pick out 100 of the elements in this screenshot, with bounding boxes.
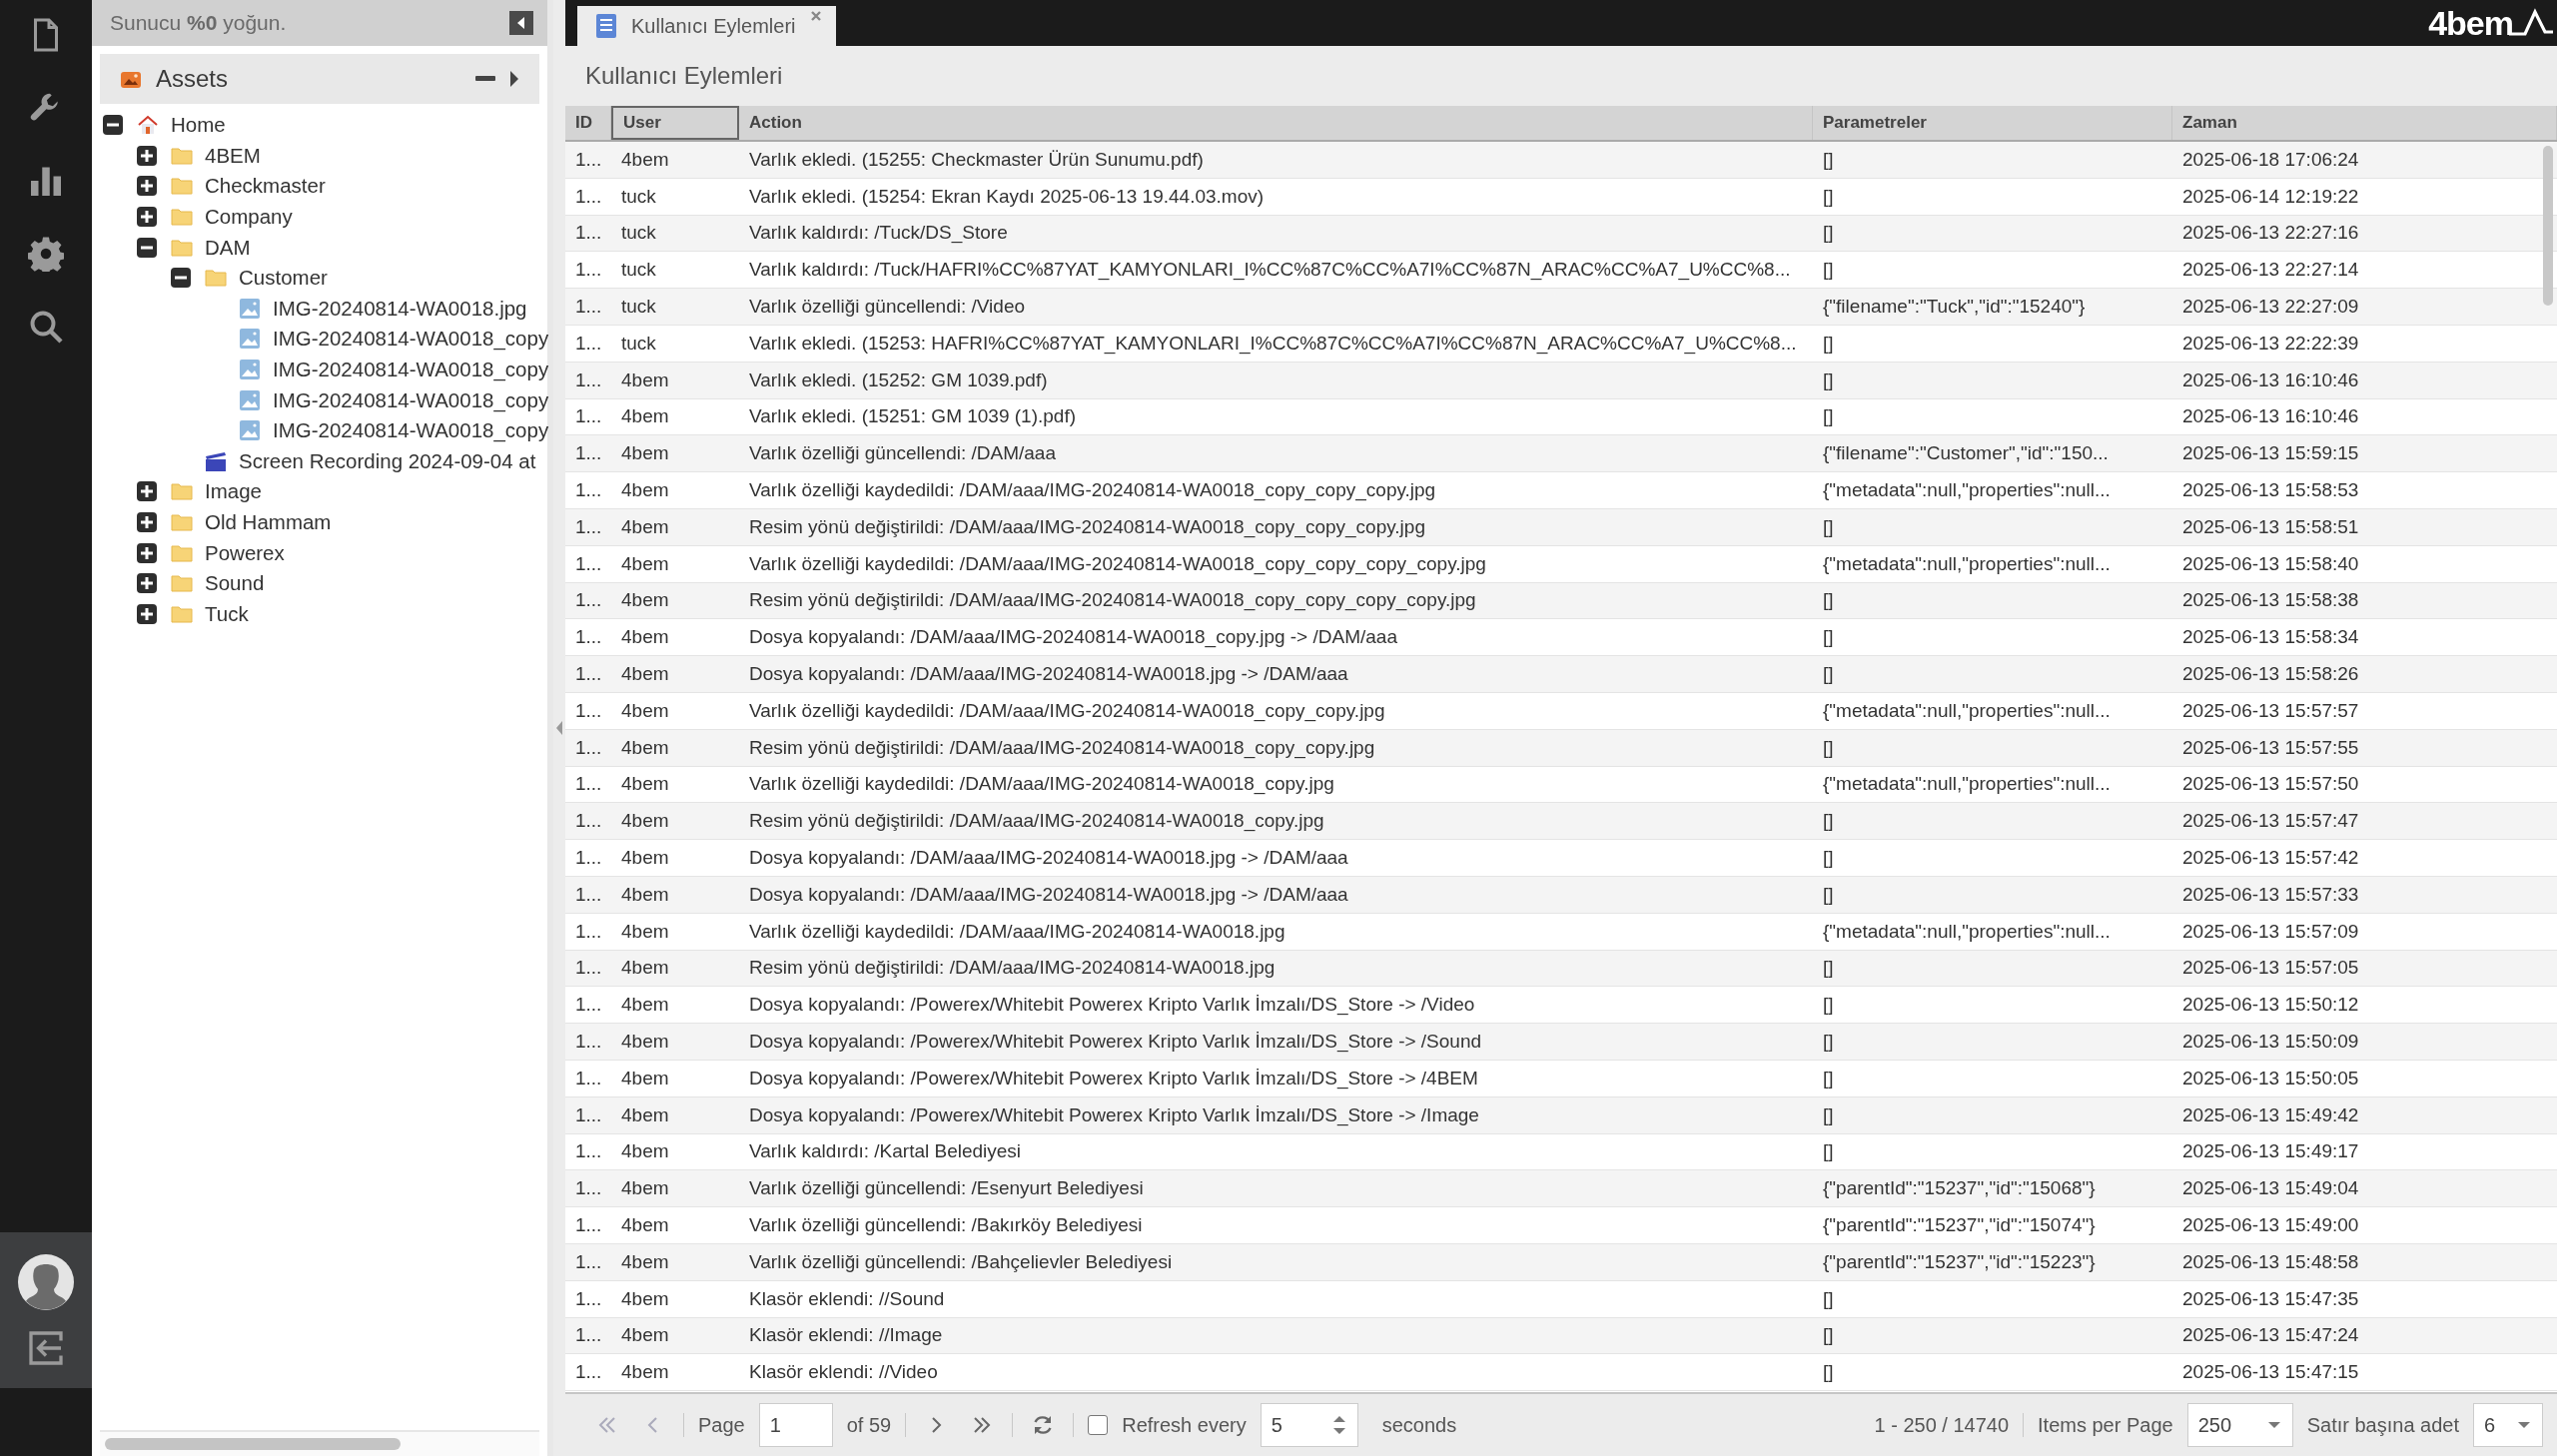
expand-icon[interactable] — [136, 541, 158, 564]
collapse-panel-button[interactable] — [509, 11, 533, 35]
column-header[interactable]: ID — [565, 106, 611, 140]
table-cell-text: [] — [1822, 1139, 1835, 1164]
table-cell-text: 1... — [574, 1249, 603, 1274]
tree-item[interactable]: DAM — [205, 235, 251, 260]
table-cell-text: 2025-06-13 15:57:09 — [2181, 919, 2360, 944]
table-cell-text: 2025-06-13 22:27:16 — [2181, 221, 2360, 246]
table-cell-text: 1... — [574, 221, 603, 246]
tree-item[interactable]: IMG-20240814-WA0018_copy — [273, 327, 549, 352]
logout-icon[interactable] — [28, 1330, 64, 1366]
table-cell-text: Resim yönü değiştirildi: /DAM/aaa/IMG-20240814-WA0018_copy.jpg — [748, 809, 1325, 834]
table-cell-text: 2025-06-13 15:58:40 — [2181, 551, 2360, 576]
record-range: 1 - 250 / 14740 — [1874, 1413, 2010, 1437]
search-icon[interactable] — [28, 309, 64, 345]
table-cell-text: 2025-06-13 15:50:12 — [2181, 993, 2360, 1018]
table-cell-text: 1... — [574, 993, 603, 1018]
table-cell-text: 1... — [574, 331, 603, 356]
table-cell-text: 2025-06-13 15:49:17 — [2181, 1139, 2360, 1164]
expand-icon[interactable] — [136, 480, 158, 503]
table-cell-text: tuck — [620, 331, 657, 356]
table-cell-text: 2025-06-13 16:10:46 — [2181, 367, 2360, 392]
table-cell-text: 2025-06-13 15:47:24 — [2181, 1323, 2360, 1348]
tree-item[interactable]: Company — [205, 205, 293, 230]
tree-item[interactable]: Home — [171, 113, 226, 138]
horizontal-scrollbar[interactable] — [100, 1430, 539, 1456]
table-cell-text: 1... — [574, 184, 603, 209]
table-cell-text: Resim yönü değiştirildi: /DAM/aaa/IMG-20240814-WA0018_copy_copy_copy_copy.jpg — [748, 588, 1477, 613]
table-cell-text: 4bem — [620, 809, 670, 834]
logo: 4bem — [2428, 3, 2513, 43]
table-cell-text: 1... — [574, 295, 603, 320]
column-header[interactable]: User — [611, 106, 739, 140]
refresh-interval-field[interactable]: 5 — [1260, 1403, 1358, 1447]
expand-arrow-icon[interactable] — [509, 71, 519, 87]
table-cell-text: 1... — [574, 662, 603, 687]
tree-item[interactable]: Screen Recording 2024-09-04 at — [239, 448, 536, 473]
tree-item[interactable]: IMG-20240814-WA0018_copy — [273, 358, 549, 382]
collapse-icon[interactable] — [102, 114, 124, 137]
table-cell-text: 1... — [574, 956, 603, 981]
tree-item[interactable]: Image — [205, 479, 262, 504]
collapse-icon[interactable] — [136, 236, 158, 259]
table-cell-text: {"metadata":null,"properties":null... — [1822, 772, 2112, 797]
expand-icon[interactable] — [136, 602, 158, 625]
table-cell-text: [] — [1822, 1066, 1835, 1091]
minimize-icon[interactable] — [475, 76, 495, 82]
refresh-checkbox[interactable] — [1088, 1415, 1109, 1435]
table-cell-text: 2025-06-18 17:06:24 — [2181, 147, 2360, 172]
items-per-page-dropdown[interactable]: 250 — [2186, 1403, 2293, 1447]
table-cell-text: Dosya kopyalandı: /Powerex/Whitebit Powerex Kripto Varlık İmzalı/DS_Store -> /4BEM — [748, 1066, 1479, 1092]
collapse-icon[interactable] — [170, 267, 192, 290]
table-cell-text: 2025-06-13 15:57:33 — [2181, 882, 2360, 907]
table-cell-text: [] — [1822, 331, 1835, 356]
tree-item[interactable]: IMG-20240814-WA0018_copy — [273, 387, 549, 412]
table-cell-text: [] — [1822, 625, 1835, 650]
table-cell-text: 1... — [574, 809, 603, 834]
page-field[interactable]: 1 — [758, 1403, 833, 1447]
per-row-dropdown[interactable]: 6 — [2473, 1403, 2543, 1447]
table-cell-text: 4bem — [620, 1360, 670, 1385]
close-icon[interactable] — [809, 10, 822, 22]
vertical-scrollbar[interactable] — [2543, 146, 2553, 306]
table-cell-text: 2025-06-13 15:57:47 — [2181, 809, 2360, 834]
tree-item[interactable]: Checkmaster — [205, 174, 326, 199]
tree-item[interactable]: Sound — [205, 571, 265, 596]
column-header[interactable]: Parametreler — [1813, 106, 2172, 140]
expand-icon[interactable] — [136, 175, 158, 198]
expand-icon[interactable] — [136, 511, 158, 533]
table-cell-text: 4bem — [620, 993, 670, 1018]
table-cell-text: 4bem — [620, 404, 670, 429]
table-cell-text: [] — [1822, 993, 1835, 1018]
column-header[interactable]: Zaman — [2172, 106, 2557, 140]
tree-item[interactable]: 4BEM — [205, 143, 261, 168]
table-cell-text: [] — [1822, 735, 1835, 760]
table-cell-text: Varlık ekledi. (15251: GM 1039 (1).pdf) — [748, 404, 1078, 429]
table-cell-text: 4bem — [620, 1323, 670, 1348]
tree-item[interactable]: Tuck — [205, 601, 249, 626]
expand-icon[interactable] — [136, 572, 158, 595]
table-cell-text: {"metadata":null,"properties":null... — [1822, 698, 2112, 723]
tree-item[interactable]: Powerex — [205, 540, 285, 565]
tree-item[interactable]: Customer — [239, 266, 328, 291]
table-cell-text: 4bem — [620, 1213, 670, 1237]
table-cell-text: tuck — [620, 184, 657, 209]
table-cell-text: Varlık ekledi. (15255: Checkmaster Ürün Sunumu.pdf) — [748, 147, 1205, 172]
table-cell-text: 1... — [574, 1139, 603, 1164]
table-cell-text: 1... — [574, 1176, 603, 1201]
table-cell-text: tuck — [620, 295, 657, 320]
tree-item[interactable]: IMG-20240814-WA0018_copy — [273, 418, 549, 443]
table-cell-text: [] — [1822, 588, 1835, 613]
settings-icon[interactable] — [28, 236, 64, 272]
image-file-icon — [238, 296, 262, 321]
table-cell-text: 4bem — [620, 735, 670, 760]
image-file-icon — [238, 327, 262, 352]
user-avatar[interactable] — [18, 1254, 74, 1310]
expand-icon[interactable] — [136, 144, 158, 167]
table-cell-text: [] — [1822, 184, 1835, 209]
tree-item[interactable]: IMG-20240814-WA0018.jpg — [273, 296, 527, 321]
tab[interactable]: Kullanıcı Eylemleri — [577, 6, 836, 46]
tree-item[interactable]: Old Hammam — [205, 510, 332, 534]
column-header[interactable]: Action — [739, 106, 1813, 140]
table-cell-text: [] — [1822, 367, 1835, 392]
expand-icon[interactable] — [136, 206, 158, 229]
